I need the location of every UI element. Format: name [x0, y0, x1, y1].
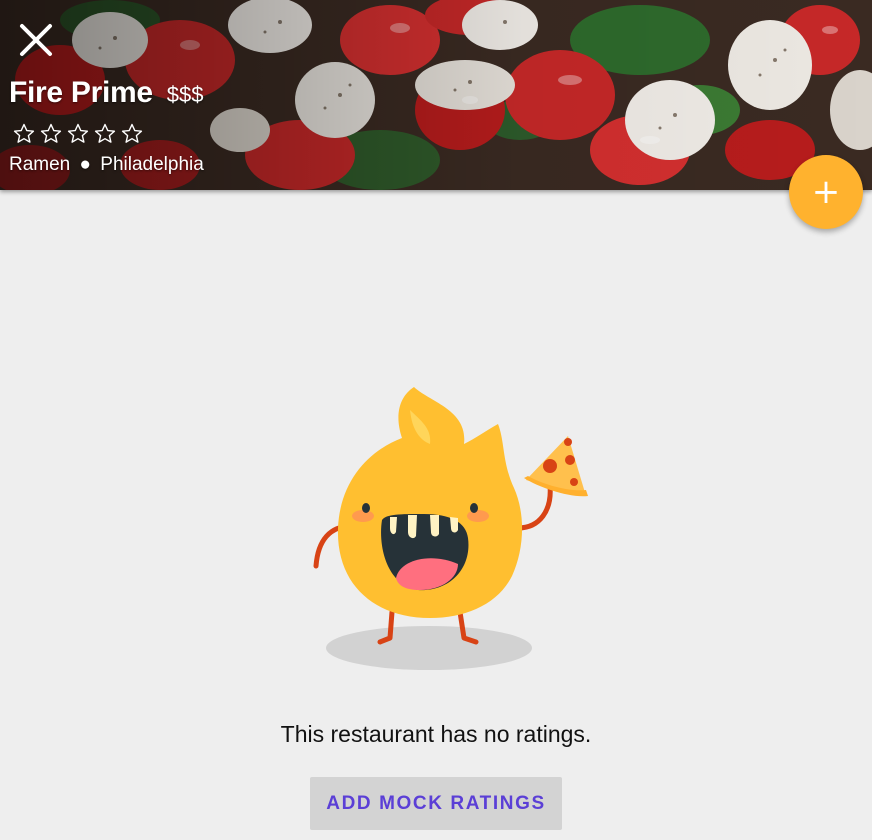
restaurant-meta: Ramen ● Philadelphia: [9, 154, 204, 176]
separator-dot: ●: [79, 154, 92, 175]
restaurant-header: Fire Prime $$$ Ramen ● Philadelphia: [0, 0, 872, 190]
star-outline-icon: [40, 123, 62, 143]
star-outline-icon: [13, 123, 35, 143]
fire-mascot-illustration: [313, 387, 588, 670]
plus-icon: +: [811, 172, 841, 212]
close-button[interactable]: [14, 18, 58, 62]
add-rating-button[interactable]: +: [789, 155, 863, 229]
star-outline-icon: [94, 123, 116, 143]
close-icon: [20, 24, 52, 56]
rating-stars: [11, 122, 146, 146]
title-row: Fire Prime $$$: [9, 76, 203, 110]
city-label: Philadelphia: [100, 154, 204, 175]
price-level: $$$: [166, 82, 204, 107]
star-outline-icon: [121, 123, 143, 143]
add-mock-ratings-button[interactable]: ADD MOCK RATINGS: [310, 777, 562, 830]
star-outline-icon: [67, 123, 89, 143]
no-ratings-message: This restaurant has no ratings.: [280, 721, 592, 747]
restaurant-page: Fire Prime $$$ Ramen ● Philadelphia + Th…: [0, 0, 872, 840]
category-label: Ramen: [9, 154, 71, 175]
restaurant-name: Fire Prime: [9, 76, 153, 109]
